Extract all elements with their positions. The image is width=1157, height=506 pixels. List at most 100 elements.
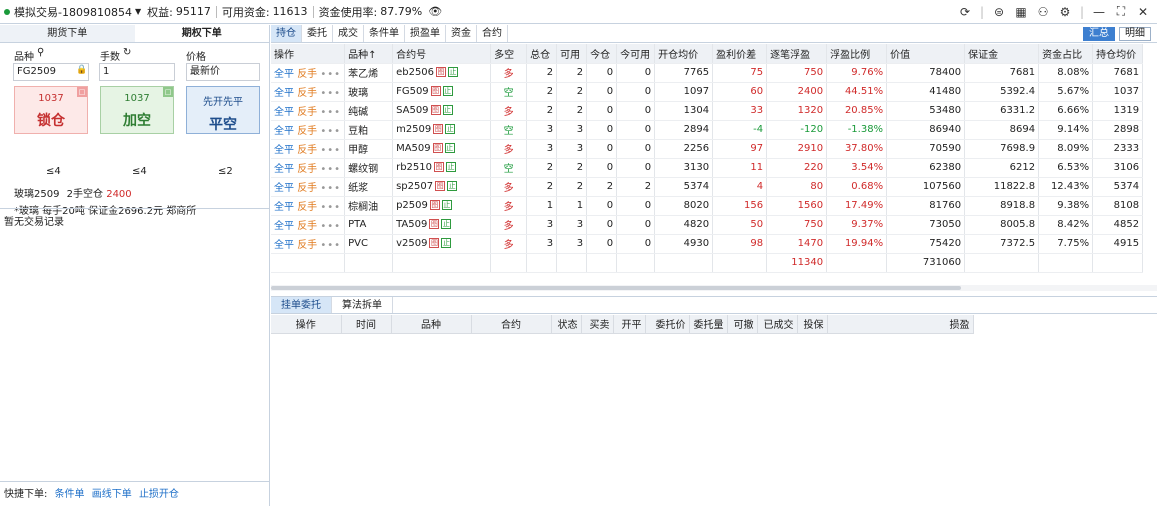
- column-header[interactable]: 总仓: [526, 44, 558, 64]
- column-header[interactable]: 品种: [391, 315, 472, 334]
- minimize-icon[interactable]: —: [1091, 5, 1107, 19]
- close-all-link[interactable]: 全平: [274, 69, 294, 80]
- close-all-link[interactable]: 全平: [274, 164, 294, 175]
- more-icon[interactable]: •••: [320, 69, 341, 80]
- detail-button[interactable]: 明细: [1119, 27, 1151, 41]
- reset-icon[interactable]: ↻: [123, 47, 131, 58]
- tab-trades[interactable]: 成交: [333, 25, 364, 42]
- column-header[interactable]: 持仓均价: [1092, 44, 1144, 64]
- stop-badge-icon[interactable]: 止: [447, 181, 458, 191]
- table-row[interactable]: 全平 反手 ••• 豆粕 m2509 图止空 3 3 0 0 2894 -4 -120 -1.38% 8…: [271, 120, 1144, 140]
- tab-contracts[interactable]: 合约: [477, 25, 508, 42]
- column-header[interactable]: 资金占比: [1038, 44, 1094, 64]
- reverse-link[interactable]: 反手: [297, 145, 317, 156]
- more-icon[interactable]: •••: [320, 88, 341, 99]
- column-header[interactable]: 可用: [556, 44, 588, 64]
- stop-badge-icon[interactable]: 止: [441, 219, 452, 229]
- tab-positions[interactable]: 持仓: [271, 25, 302, 42]
- close-all-link[interactable]: 全平: [274, 240, 294, 251]
- maximize-icon[interactable]: ⛶: [1113, 4, 1129, 19]
- table-row[interactable]: 全平 反手 ••• 纯碱 SA509 图止多 2 2 0 0 1304 33 1320 20.85% 5…: [271, 101, 1144, 121]
- more-icon[interactable]: •••: [320, 126, 341, 137]
- stop-badge-icon[interactable]: 止: [442, 105, 453, 115]
- column-header[interactable]: 已成交: [757, 315, 798, 334]
- more-icon[interactable]: •••: [320, 183, 341, 194]
- column-header[interactable]: 委托量: [689, 315, 728, 334]
- tab-algo-split[interactable]: 算法拆单: [332, 297, 393, 313]
- line-order-link[interactable]: 画线下单: [92, 489, 132, 500]
- summary-button[interactable]: 汇总: [1083, 27, 1115, 41]
- add-short-button[interactable]: □ 1037 加空: [100, 86, 174, 134]
- chart-badge-icon[interactable]: 图: [429, 200, 440, 210]
- stop-badge-icon[interactable]: 止: [445, 124, 456, 134]
- column-header[interactable]: 开平: [613, 315, 646, 334]
- chevron-down-icon[interactable]: ▼: [135, 7, 141, 16]
- calculator-icon[interactable]: ▦: [1013, 5, 1029, 19]
- stop-badge-icon[interactable]: 止: [442, 86, 453, 96]
- column-header[interactable]: 时间: [341, 315, 392, 334]
- tab-funds[interactable]: 资金: [446, 25, 477, 42]
- table-row[interactable]: 全平 反手 ••• 甲醇 MA509 图止多 3 3 0 0 2256 97 2910 37.80% 7…: [271, 139, 1144, 159]
- column-header[interactable]: 保证金: [964, 44, 1040, 64]
- stop-badge-icon[interactable]: 止: [446, 162, 456, 172]
- search-icon[interactable]: ⚲: [37, 47, 44, 58]
- close-all-link[interactable]: 全平: [274, 107, 294, 118]
- reverse-link[interactable]: 反手: [297, 164, 317, 175]
- column-header[interactable]: 开仓均价: [654, 44, 714, 64]
- tab-futures-order[interactable]: 期货下单: [0, 25, 135, 42]
- close-all-link[interactable]: 全平: [274, 88, 294, 99]
- column-header[interactable]: 今仓: [586, 44, 618, 64]
- chart-badge-icon[interactable]: 图: [434, 162, 444, 172]
- table-row[interactable]: 全平 反手 ••• 螺纹钢 rb2510 图止空 2 2 0 0 3130 11 220 3.54% 6…: [271, 158, 1144, 178]
- stop-badge-icon[interactable]: 止: [444, 143, 455, 153]
- chart-badge-icon[interactable]: 图: [436, 67, 447, 77]
- refresh-icon[interactable]: ⟳: [957, 5, 973, 19]
- column-header[interactable]: 浮盈比例: [826, 44, 888, 64]
- close-icon[interactable]: ✕: [1135, 5, 1151, 19]
- scrollbar-thumb[interactable]: [271, 286, 961, 290]
- tab-options-order[interactable]: 期权下单: [134, 25, 269, 42]
- column-header[interactable]: 操作: [271, 44, 346, 64]
- chart-badge-icon[interactable]: 图: [430, 105, 441, 115]
- close-all-link[interactable]: 全平: [274, 145, 294, 156]
- lock-position-button[interactable]: □ 1037 锁仓: [14, 86, 88, 134]
- chart-badge-icon[interactable]: 图: [430, 86, 441, 96]
- more-icon[interactable]: •••: [320, 145, 341, 156]
- price-input[interactable]: 最新价: [186, 63, 260, 81]
- stop-badge-icon[interactable]: 止: [448, 67, 459, 77]
- column-header[interactable]: 盈利价差: [712, 44, 768, 64]
- column-header[interactable]: 操作: [271, 315, 342, 334]
- column-header[interactable]: 合约: [471, 315, 552, 334]
- table-row[interactable]: 全平 反手 ••• 苯乙烯 eb2506 图止多 2 2 0 0 7765 75 750 9.76% 7…: [271, 63, 1144, 83]
- table-row[interactable]: 全平 反手 ••• PTA TA509 图止多 3 3 0 0 4820 50 750 9.37% 73…: [271, 215, 1144, 235]
- tab-pending-orders[interactable]: 挂单委托: [271, 297, 332, 313]
- column-header[interactable]: 今可用: [616, 44, 656, 64]
- stop-open-link[interactable]: 止损开仓: [139, 489, 179, 500]
- chart-badge-icon[interactable]: 图: [432, 143, 443, 153]
- column-header[interactable]: 损盈: [827, 315, 974, 334]
- column-header[interactable]: 多空: [490, 44, 528, 64]
- column-header[interactable]: 逐笔浮盈: [766, 44, 828, 64]
- stop-badge-icon[interactable]: 止: [441, 238, 452, 248]
- more-icon[interactable]: •••: [320, 202, 341, 213]
- tab-conditions[interactable]: 条件单: [364, 25, 405, 42]
- column-header[interactable]: 投保: [797, 315, 828, 334]
- reverse-link[interactable]: 反手: [297, 126, 317, 137]
- chart-badge-icon[interactable]: 图: [433, 124, 444, 134]
- table-row[interactable]: 全平 反手 ••• 棕榈油 p2509 图止多 1 1 0 0 8020 156 1560 17.49…: [271, 196, 1144, 216]
- lock-icon[interactable]: 🔒: [76, 65, 87, 75]
- reverse-link[interactable]: 反手: [297, 69, 317, 80]
- qty-input[interactable]: 1: [99, 63, 175, 81]
- tab-stop-loss[interactable]: 损盈单: [405, 25, 446, 42]
- table-row[interactable]: 全平 反手 ••• 玻璃 FG509 图止空 2 2 0 0 1097 60 2400 44.51% 4…: [271, 82, 1144, 102]
- more-icon[interactable]: •••: [320, 107, 341, 118]
- table-row[interactable]: 全平 反手 ••• PVC v2509 图止多 3 3 0 0 4930 98 1470 19.94%…: [271, 234, 1144, 254]
- close-all-link[interactable]: 全平: [274, 183, 294, 194]
- more-icon[interactable]: •••: [320, 221, 341, 232]
- more-icon[interactable]: •••: [320, 240, 341, 251]
- chart-badge-icon[interactable]: 图: [435, 181, 446, 191]
- column-header[interactable]: 委托价: [645, 315, 690, 334]
- column-header[interactable]: 品种↑: [344, 44, 394, 64]
- column-header[interactable]: 可撤: [727, 315, 758, 334]
- close-all-link[interactable]: 全平: [274, 202, 294, 213]
